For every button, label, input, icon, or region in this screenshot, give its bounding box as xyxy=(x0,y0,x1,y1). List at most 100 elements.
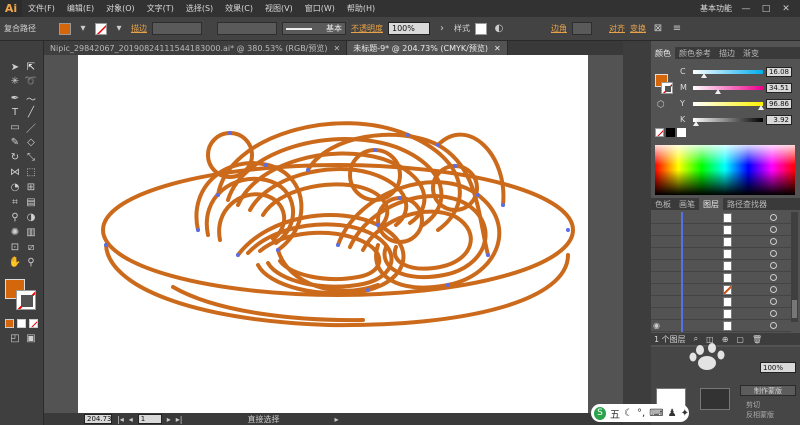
slider-thumb[interactable] xyxy=(701,72,708,78)
black-swatch[interactable] xyxy=(666,128,675,137)
layer-row[interactable] xyxy=(651,296,791,308)
tab-layers[interactable]: 图层 xyxy=(699,198,723,210)
target-circle-icon[interactable] xyxy=(770,238,777,245)
gradient-tool-icon[interactable]: ▤ xyxy=(24,196,38,209)
maximize-button[interactable]: □ xyxy=(760,4,772,14)
lasso-icon[interactable]: ➰ xyxy=(24,75,38,88)
mesh-tool-icon[interactable]: ⌗ xyxy=(8,196,22,209)
target-circle-icon[interactable] xyxy=(770,322,777,329)
draw-mode-icon[interactable]: ◰ xyxy=(8,332,22,345)
gradient-mode-icon[interactable] xyxy=(17,319,26,328)
page-field[interactable]: 1 xyxy=(137,414,162,424)
layer-row[interactable] xyxy=(651,212,791,224)
status-arrow-icon[interactable]: ▸ xyxy=(334,415,338,424)
target-circle-icon[interactable] xyxy=(770,214,777,221)
layer-row[interactable] xyxy=(651,248,791,260)
slider-track[interactable] xyxy=(693,69,763,78)
slider-thumb[interactable] xyxy=(692,120,699,126)
target-circle-icon[interactable] xyxy=(770,262,777,269)
slider-value-field[interactable]: 34.51 xyxy=(766,82,792,93)
user-icon[interactable]: ♟ xyxy=(668,408,677,419)
slider-magenta[interactable]: M 34.51 xyxy=(680,82,798,94)
eyedropper-icon[interactable]: ⚲ xyxy=(8,211,22,224)
stroke-weight-dropdown[interactable] xyxy=(152,22,202,35)
slider-thumb[interactable] xyxy=(757,104,764,110)
slider-cyan[interactable]: C 16.08 xyxy=(680,66,798,78)
corner-link[interactable]: 边角 xyxy=(551,23,567,34)
keyboard-icon[interactable]: ⌨ xyxy=(649,408,663,419)
free-transform-icon[interactable]: ⬚ xyxy=(24,166,38,179)
zoom-tool-icon[interactable]: ⚲ xyxy=(24,256,38,269)
layer-row[interactable] xyxy=(651,284,791,296)
tab-document-2[interactable]: 未标题-9* @ 204.73% (CMYK/预览) ✕ xyxy=(347,41,508,55)
slider-track[interactable] xyxy=(693,101,764,110)
slider-track[interactable] xyxy=(692,117,763,126)
scale-tool-icon[interactable]: ⤡ xyxy=(24,151,38,164)
shape-builder-icon[interactable]: ◔ xyxy=(8,181,22,194)
line-tool-icon[interactable]: ╱ xyxy=(24,106,38,119)
variable-width-dropdown[interactable] xyxy=(217,22,277,35)
out-of-gamut-icon[interactable]: ⬡ xyxy=(657,100,667,110)
chevron-down-icon[interactable]: ▾ xyxy=(112,22,126,36)
last-page-icon[interactable]: ▸| xyxy=(176,415,183,424)
rotate-tool-icon[interactable]: ↻ xyxy=(8,151,22,164)
layers-scrollbar[interactable] xyxy=(791,212,798,322)
screen-mode-icon[interactable]: ▣ xyxy=(24,332,38,345)
slider-value-field[interactable]: 96.86 xyxy=(766,98,792,109)
corner-dropdown[interactable] xyxy=(572,22,592,35)
opacity-field[interactable]: 100% xyxy=(388,22,430,35)
menu-window[interactable]: 窗口(W) xyxy=(299,3,341,14)
layer-row[interactable] xyxy=(651,272,791,284)
tab-color[interactable]: 颜色 xyxy=(651,47,675,59)
stroke-swatch[interactable] xyxy=(95,22,107,35)
menu-select[interactable]: 选择(S) xyxy=(180,3,219,14)
tab-brushes[interactable]: 画笔 xyxy=(675,198,699,210)
menu-type[interactable]: 文字(T) xyxy=(141,3,180,14)
opacity-link[interactable]: 不透明度 xyxy=(351,23,383,34)
graphic-style-swatch[interactable] xyxy=(475,22,487,35)
target-circle-icon[interactable] xyxy=(770,274,777,281)
slider-value-field[interactable]: 3.92 xyxy=(766,114,792,125)
color-mode-icon[interactable] xyxy=(5,319,14,328)
slider-track[interactable] xyxy=(693,85,763,94)
layer-row[interactable] xyxy=(651,260,791,272)
layer-row[interactable] xyxy=(651,236,791,248)
slider-black[interactable]: K 3.92 xyxy=(680,114,798,126)
scrollbar-thumb[interactable] xyxy=(792,300,797,318)
none-mode-icon[interactable] xyxy=(29,319,38,328)
invert-mask-label[interactable]: 反相蒙版 xyxy=(746,410,774,420)
tab-document-1[interactable]: Nipic_29842067_20190824111544183000.ai* … xyxy=(44,41,348,55)
ime-toolbar[interactable]: S 五 ☾ °, ⌨ ♟ ✦ xyxy=(591,404,689,422)
close-icon[interactable]: ✕ xyxy=(494,44,501,53)
selection-tool-icon[interactable]: ➤ xyxy=(8,61,22,74)
symbol-sprayer-icon[interactable]: ✺ xyxy=(8,226,22,239)
pen-tool-icon[interactable]: ✒ xyxy=(8,92,22,105)
target-circle-icon[interactable] xyxy=(770,250,777,257)
type-tool-icon[interactable]: T xyxy=(8,106,22,119)
canvas-area[interactable] xyxy=(44,55,623,413)
make-mask-button[interactable]: 制作蒙版 xyxy=(740,385,796,396)
tools-icon[interactable]: ✦ xyxy=(681,408,689,419)
target-circle-icon[interactable] xyxy=(770,298,777,305)
clip-label[interactable]: 剪切 xyxy=(746,400,760,410)
punctuation-icon[interactable]: °, xyxy=(637,408,645,419)
zoom-field[interactable]: 204.73 xyxy=(84,414,112,424)
rectangle-tool-icon[interactable]: ▭ xyxy=(8,121,22,134)
eraser-icon[interactable]: ◇ xyxy=(24,136,38,149)
target-circle-icon[interactable] xyxy=(770,286,777,293)
ime-mode-label[interactable]: 五 xyxy=(610,406,620,421)
stroke-color-box[interactable] xyxy=(16,290,36,310)
isolate-icon[interactable]: ⊠ xyxy=(651,22,665,36)
menu-effect[interactable]: 效果(C) xyxy=(219,3,259,14)
white-swatch[interactable] xyxy=(677,128,686,137)
first-page-icon[interactable]: |◂ xyxy=(117,415,124,424)
paintbrush-icon[interactable]: ／ xyxy=(24,121,38,135)
menu-icon[interactable]: ≡ xyxy=(670,22,684,36)
current-tool-label[interactable]: 直接选择 xyxy=(247,414,279,425)
close-window-button[interactable]: ✕ xyxy=(780,4,792,14)
chevron-right-icon[interactable]: › xyxy=(435,22,449,36)
blend-tool-icon[interactable]: ◑ xyxy=(24,211,38,224)
slice-tool-icon[interactable]: ⧄ xyxy=(24,241,38,254)
slider-value-field[interactable]: 16.08 xyxy=(766,66,792,77)
panel-stroke-swatch[interactable] xyxy=(661,82,673,94)
